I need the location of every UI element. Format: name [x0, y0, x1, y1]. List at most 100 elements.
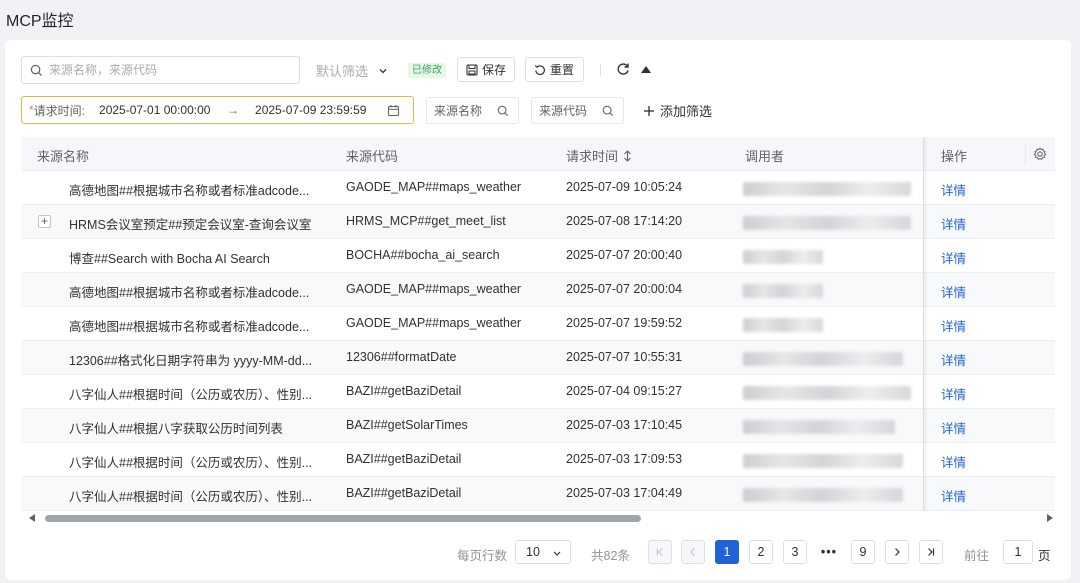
cell-request-time: 2025-07-09 10:05:24	[566, 180, 683, 194]
cell-request-time: 2025-07-07 20:00:04	[566, 282, 683, 296]
last-page-button[interactable]	[919, 540, 943, 564]
source-name-filter-label: 来源名称	[434, 104, 483, 118]
data-table: 来源名称 来源代码 请求时间 调用者 操作 高德地图##根据城市名称或者标准ad…	[21, 137, 1055, 511]
prev-page-button[interactable]	[681, 540, 705, 564]
cell-source-code: BOCHA##bocha_ai_search	[346, 248, 500, 262]
cell-source-name: 高德地图##根据城市名称或者标准adcode...	[69, 320, 310, 334]
expand-row-button[interactable]: +	[38, 215, 51, 228]
detail-link[interactable]: 详情	[941, 248, 966, 267]
scrollbar-thumb[interactable]	[45, 515, 641, 522]
gear-icon[interactable]	[1033, 147, 1047, 161]
header-request-time[interactable]: 请求时间	[566, 146, 632, 165]
page-title: MCP监控	[6, 13, 74, 30]
cell-source-code: BAZI##getSolarTimes	[346, 418, 468, 432]
refresh-icon[interactable]	[616, 62, 630, 76]
source-code-filter[interactable]: 来源代码	[531, 97, 624, 124]
cell-caller-redacted	[743, 318, 823, 332]
header-caller: 调用者	[745, 149, 785, 164]
goto-page-input[interactable]	[1003, 540, 1033, 564]
cell-source-name: 八字仙人##根据时间（公历或农历）、性别...	[69, 456, 313, 470]
cell-request-time: 2025-07-07 10:55:31	[566, 350, 683, 364]
cell-caller-redacted	[743, 284, 823, 298]
page-ellipsis[interactable]: •••	[817, 540, 841, 564]
cell-caller-redacted	[743, 250, 823, 264]
detail-link[interactable]: 详情	[941, 180, 966, 199]
page-size-label: 每页行数	[457, 549, 508, 563]
source-name-filter[interactable]: 来源名称	[426, 97, 519, 124]
detail-link[interactable]: 详情	[941, 350, 966, 369]
chevron-down-icon	[379, 68, 387, 73]
page-button-2[interactable]: 2	[749, 540, 773, 564]
save-button[interactable]: 保存	[457, 57, 515, 82]
page-size-select[interactable]: 10	[515, 540, 571, 564]
modified-badge: 已修改	[408, 63, 446, 78]
cell-source-name: 八字仙人##根据时间（公历或农历）、性别...	[69, 490, 313, 504]
save-icon	[466, 63, 478, 76]
cell-request-time: 2025-07-04 09:15:27	[566, 384, 683, 398]
header-source-name: 来源名称	[37, 149, 90, 164]
add-filter-button[interactable]: 添加筛选	[643, 101, 712, 120]
detail-link[interactable]: 详情	[941, 282, 966, 301]
page-button-3[interactable]: 3	[783, 540, 807, 564]
caret-up-icon[interactable]	[640, 65, 652, 74]
table-row: 八字仙人##根据时间（公历或农历）、性别... BAZI##getBaziDeta…	[21, 443, 1055, 477]
cell-source-name: 12306##格式化日期字符串为 yyyy-MM-dd...	[69, 354, 313, 368]
detail-link[interactable]: 详情	[941, 452, 966, 471]
cell-caller-redacted	[743, 454, 903, 468]
table-header: 来源名称 来源代码 请求时间 调用者 操作	[21, 137, 1055, 171]
cell-source-name: 高德地图##根据城市名称或者标准adcode...	[69, 184, 310, 198]
header-operation: 操作	[941, 149, 968, 164]
detail-link[interactable]: 详情	[941, 384, 966, 403]
add-filter-label: 添加筛选	[660, 104, 713, 119]
next-page-button[interactable]	[885, 540, 909, 564]
last-page-icon	[928, 548, 935, 556]
search-icon	[30, 64, 43, 76]
cell-caller-redacted	[743, 182, 911, 196]
default-filter-select[interactable]: 默认筛选	[316, 61, 388, 80]
table-row: 八字仙人##根据八字获取公历时间列表 BAZI##getSolarTimes 202…	[21, 409, 1055, 443]
horizontal-scrollbar[interactable]	[21, 514, 1055, 522]
detail-link[interactable]: 详情	[941, 214, 966, 233]
range-arrow: →	[227, 103, 240, 117]
header-request-time-label: 请求时间	[566, 149, 619, 164]
search-icon	[602, 105, 614, 117]
request-time-range[interactable]: * 请求时间: 2025-07-01 00:00:00 → 2025-07-09…	[21, 96, 414, 124]
page-button-1[interactable]: 1	[715, 540, 739, 564]
scroll-right-icon[interactable]	[1046, 514, 1053, 522]
cell-caller-redacted	[743, 488, 903, 502]
search-box[interactable]	[21, 56, 300, 84]
page-button-9[interactable]: 9	[851, 540, 875, 564]
search-icon	[497, 105, 509, 117]
cell-request-time: 2025-07-03 17:04:49	[566, 486, 683, 500]
table-row: 博查##Search with Bocha AI Search BOCHA##bo…	[21, 239, 1055, 273]
cell-source-name: HRMS会议室预定##预定会议室-查询会议室	[69, 218, 312, 232]
scroll-left-icon[interactable]	[29, 514, 36, 522]
table-row: 高德地图##根据城市名称或者标准adcode... GAODE_MAP##maps…	[21, 171, 1055, 205]
start-date-input[interactable]: 2025-07-01 00:00:00	[99, 103, 227, 117]
reset-icon	[534, 64, 546, 76]
pagination: 每页行数 10 共82条 1 2 3 ••• 9 前往 页	[5, 540, 1071, 566]
cell-source-name: 高德地图##根据城市名称或者标准adcode...	[69, 286, 310, 300]
reset-label: 重置	[550, 63, 575, 77]
cell-source-name: 八字仙人##根据八字获取公历时间列表	[69, 422, 283, 436]
cell-request-time: 2025-07-03 17:09:53	[566, 452, 683, 466]
calendar-icon[interactable]	[387, 104, 400, 117]
goto-label: 前往	[964, 549, 990, 563]
cell-request-time: 2025-07-08 17:14:20	[566, 214, 683, 228]
toolbar-divider	[600, 64, 601, 76]
detail-link[interactable]: 详情	[941, 418, 966, 437]
table-row: 12306##格式化日期字符串为 yyyy-MM-dd... 12306##for…	[21, 341, 1055, 375]
reset-button[interactable]: 重置	[525, 57, 584, 82]
save-label: 保存	[482, 63, 507, 77]
sort-icon[interactable]	[623, 149, 632, 162]
cell-caller-redacted	[743, 386, 911, 400]
detail-link[interactable]: 详情	[941, 316, 966, 335]
cell-source-code: GAODE_MAP##maps_weather	[346, 316, 522, 330]
cell-source-code: HRMS_MCP##get_meet_list	[346, 214, 506, 228]
cell-source-code: BAZI##getBaziDetail	[346, 384, 462, 398]
end-date-input[interactable]: 2025-07-09 23:59:59	[255, 103, 387, 117]
first-page-button[interactable]	[648, 540, 672, 564]
search-input[interactable]	[49, 63, 289, 77]
cell-caller-redacted	[743, 420, 895, 434]
detail-link[interactable]: 详情	[941, 486, 966, 505]
